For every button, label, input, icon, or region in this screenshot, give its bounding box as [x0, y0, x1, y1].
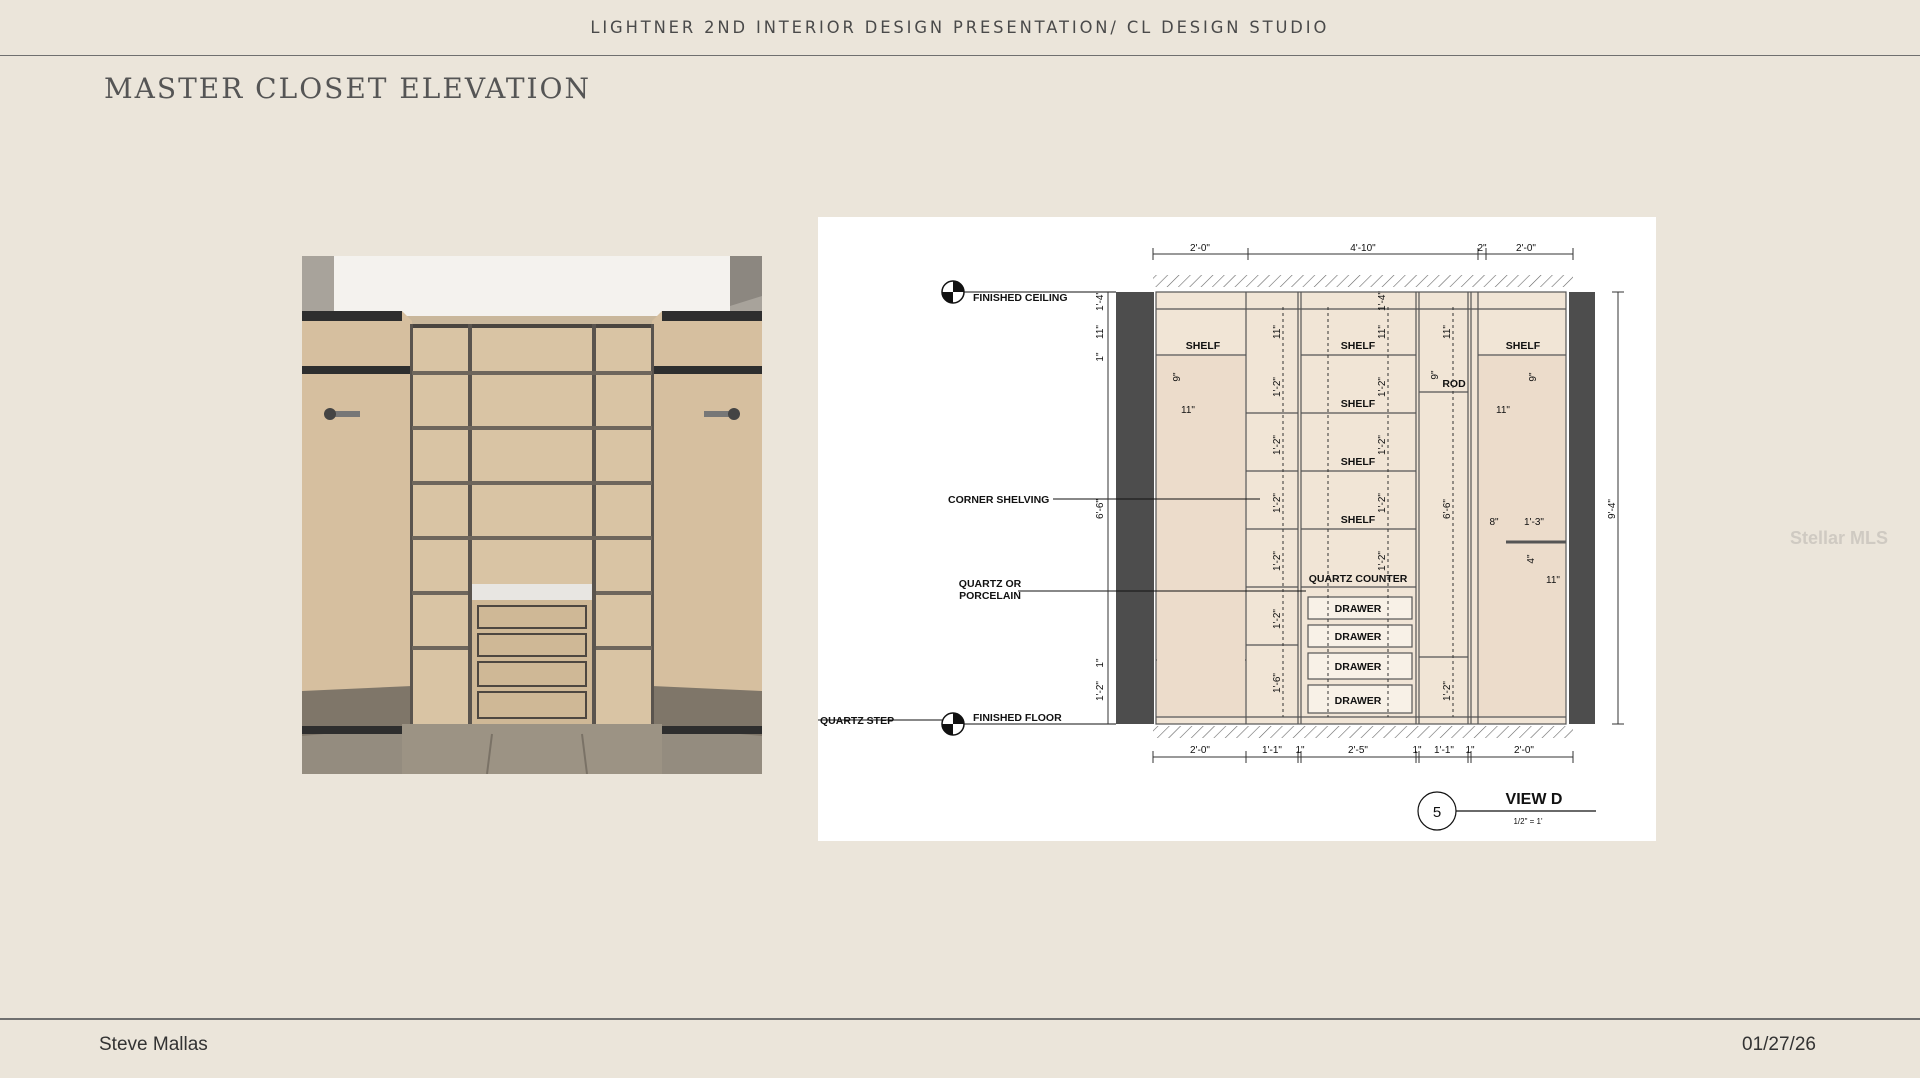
- footer-divider: [0, 1018, 1920, 1020]
- watermark: Stellar MLS: [1790, 528, 1889, 548]
- drawer-label: DRAWER: [1335, 661, 1382, 673]
- header-bar: LIGHTNER 2ND INTERIOR DESIGN PRESENTATIO…: [0, 0, 1920, 56]
- dim-6-6: 6'-6": [1095, 499, 1106, 519]
- dim-9-4: 9'-4": [1607, 499, 1618, 519]
- bottom-dim: 1": [1412, 745, 1422, 756]
- bottom-dim: 1": [1295, 745, 1305, 756]
- dim-4: 4": [1526, 554, 1537, 564]
- dim-1-2: 1'-2": [1272, 377, 1283, 397]
- shelf-label: SHELF: [1341, 456, 1376, 468]
- dim-9: 9": [1430, 370, 1441, 380]
- closet-render-svg: [302, 256, 762, 775]
- shelf-label: SHELF: [1506, 340, 1541, 352]
- dim-1-6: 1'-6": [1272, 673, 1283, 693]
- dim-11: 11": [1181, 405, 1195, 416]
- dim-6-6: 6'-6": [1442, 499, 1453, 519]
- top-dim: 2'-0": [1190, 243, 1210, 254]
- bottom-dim: 1": [1465, 745, 1475, 756]
- drawer-label: DRAWER: [1335, 695, 1382, 707]
- dim-1-4: 1'-4": [1095, 291, 1106, 311]
- dim-11: 11": [1546, 575, 1560, 586]
- dim-11: 11": [1095, 325, 1106, 339]
- drawer-label: DRAWER: [1335, 603, 1382, 615]
- shelf-label: SHELF: [1186, 340, 1221, 352]
- dim-1-3: 1'-3": [1524, 517, 1544, 528]
- top-dim: 4'-10": [1350, 243, 1376, 254]
- ceiling-hatch: [1153, 275, 1573, 287]
- quartz-counter-label: QUARTZ COUNTER: [1309, 573, 1408, 585]
- drawer-label: DRAWER: [1335, 631, 1382, 643]
- top-dim: 2'-0": [1516, 243, 1536, 254]
- elevation-drawing-svg: SHELF SHELF SHELF SHELF SHELF SHELF ROD …: [818, 243, 1624, 831]
- dim-1-2: 1'-2": [1272, 551, 1283, 571]
- floor-hatch: [1153, 726, 1573, 738]
- dim-9: 9": [1528, 372, 1539, 382]
- shelf-label: SHELF: [1341, 514, 1376, 526]
- dim-8: 8": [1489, 517, 1499, 528]
- dim-11: 11": [1442, 325, 1453, 339]
- finished-floor-label: FINISHED FLOOR: [973, 712, 1062, 724]
- dim-1-2: 1'-2": [1095, 681, 1106, 701]
- dim-1-2: 1'-2": [1272, 493, 1283, 513]
- dim-1-2: 1'-2": [1442, 681, 1453, 701]
- right-wall: [1569, 292, 1595, 724]
- dim-1-2: 1'-2": [1377, 435, 1388, 455]
- bottom-dim: 1'-1": [1434, 745, 1454, 756]
- dim-1-4: 1'-4": [1377, 291, 1388, 311]
- footer-date: 01/27/26: [1742, 1034, 1816, 1055]
- corner-shelving-label: CORNER SHELVING: [948, 494, 1049, 506]
- footer-author: Steve Mallas: [99, 1034, 208, 1055]
- dim-9: 9": [1172, 372, 1183, 382]
- dim-1-2: 1'-2": [1377, 551, 1388, 571]
- quartz-step-label: QUARTZ STEP: [820, 715, 894, 727]
- bottom-dim: 2'-0": [1514, 745, 1534, 756]
- porcelain-label: PORCELAIN: [959, 590, 1021, 602]
- top-dim: 2": [1477, 243, 1487, 254]
- bottom-dim: 2'-0": [1190, 745, 1210, 756]
- finished-ceiling-label: FINISHED CEILING: [973, 292, 1068, 304]
- dim-1: 1": [1095, 658, 1106, 668]
- shelf-label: SHELF: [1341, 398, 1376, 410]
- header-title: LIGHTNER 2ND INTERIOR DESIGN PRESENTATIO…: [590, 17, 1330, 38]
- left-wall: [1116, 292, 1154, 724]
- dim-1-2: 1'-2": [1272, 609, 1283, 629]
- dim-1: 1": [1095, 352, 1106, 362]
- dim-1-2: 1'-2": [1272, 435, 1283, 455]
- dim-1-2: 1'-2": [1377, 377, 1388, 397]
- bottom-dim: 2'-5": [1348, 745, 1368, 756]
- view-title: VIEW D: [1506, 791, 1563, 808]
- dim-11: 11": [1272, 325, 1283, 339]
- shelf-label: SHELF: [1341, 340, 1376, 352]
- bottom-dim: 1'-1": [1262, 745, 1282, 756]
- rod-label: ROD: [1442, 378, 1466, 390]
- dim-11: 11": [1377, 325, 1388, 339]
- view-number: 5: [1433, 804, 1441, 821]
- quartz-or-label: QUARTZ OR: [959, 578, 1022, 590]
- dim-11: 11": [1496, 405, 1510, 416]
- view-scale: 1/2" = 1': [1513, 817, 1543, 826]
- dim-1-2: 1'-2": [1377, 493, 1388, 513]
- page-title: MASTER CLOSET ELEVATION: [104, 72, 592, 105]
- elevation-drawing: SHELF SHELF SHELF SHELF SHELF SHELF ROD …: [818, 217, 1656, 841]
- closet-render-image: [302, 256, 762, 775]
